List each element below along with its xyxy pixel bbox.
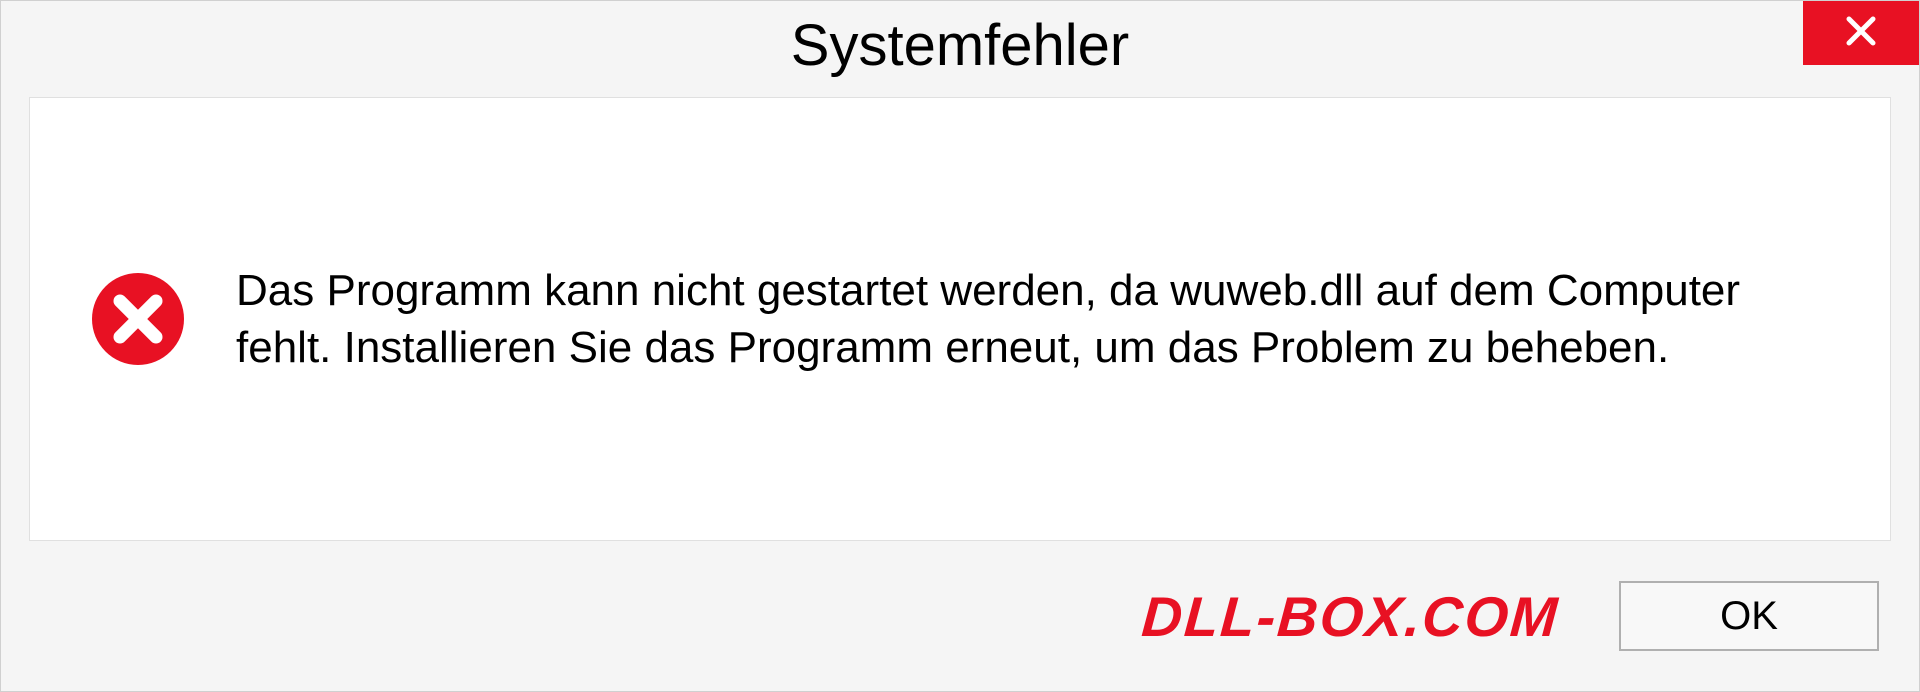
close-button[interactable] xyxy=(1803,1,1919,65)
ok-button-label: OK xyxy=(1720,594,1778,639)
close-icon xyxy=(1843,13,1879,54)
error-icon xyxy=(90,271,186,367)
error-message: Das Programm kann nicht gestartet werden… xyxy=(236,262,1830,376)
ok-button[interactable]: OK xyxy=(1619,581,1879,651)
error-dialog: Systemfehler Das Programm kann nicht ges… xyxy=(0,0,1920,692)
dialog-title: Systemfehler xyxy=(791,12,1129,79)
dialog-footer: DLL-BOX.COM OK xyxy=(1,541,1919,691)
titlebar: Systemfehler xyxy=(1,1,1919,89)
watermark-text: DLL-BOX.COM xyxy=(1140,584,1562,649)
content-area: Das Programm kann nicht gestartet werden… xyxy=(29,97,1891,541)
